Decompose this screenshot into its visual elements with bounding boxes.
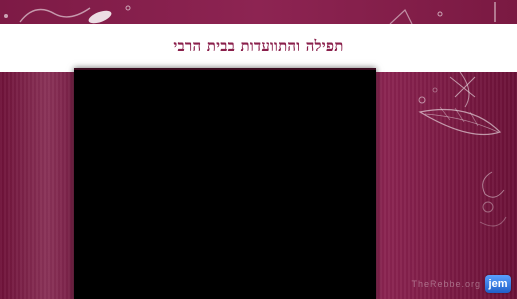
screen: תפילה והתוועדות בבית הרבי TheRebbe.org j…: [0, 0, 517, 299]
video-player[interactable]: [74, 68, 376, 299]
page-title: תפילה והתוועדות בבית הרבי: [173, 37, 344, 55]
branding: TheRebbe.org jem: [411, 275, 511, 293]
top-decorative-banner: [0, 0, 517, 24]
floral-ornament: [418, 72, 507, 227]
jem-logo[interactable]: jem: [485, 275, 511, 293]
watermark-text: TheRebbe.org: [411, 279, 481, 289]
title-bar: תפילה והתוועדות בבית הרבי: [0, 24, 517, 72]
left-panel-sheen: [0, 72, 78, 299]
banner-ornament: [4, 2, 496, 24]
